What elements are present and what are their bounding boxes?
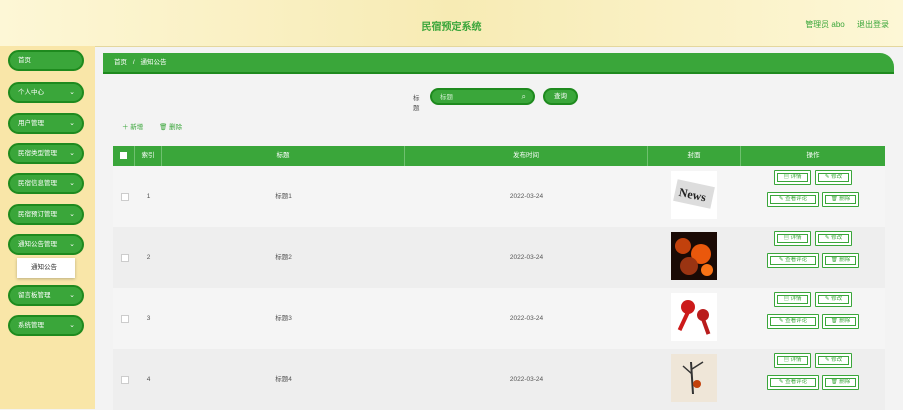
delete-button[interactable]: 🗑 删除 [822,253,859,268]
batch-delete-button[interactable]: 🗑 删除 [159,124,182,131]
chevron-down-icon: ⌄ [69,292,75,299]
view-comments-button[interactable]: ✎ 查看评论 [767,314,819,329]
sidebar-item-0[interactable]: 首页 [8,50,84,71]
breadcrumb-current: 通知公告 [140,59,167,66]
sidebar-item-1[interactable]: 个人中心 ⌄ [8,82,84,103]
delete-button[interactable]: 🗑 删除 [822,375,859,390]
delete-button[interactable]: 🗑 删除 [822,314,859,329]
header-index: 索引 [135,146,162,166]
breadcrumb: 首页 / 通知公告 [103,53,894,74]
edit-button[interactable]: ✎ 修改 [815,231,852,246]
sidebar-item-7[interactable]: 留言板管理 ⌄ [8,285,84,306]
query-button[interactable]: 查询 [543,88,578,105]
header-cover: 封面 [648,146,741,166]
cover-image: News [671,171,717,219]
view-comments-button[interactable]: ✎ 查看评论 [767,375,819,390]
logout-link[interactable]: 退出登录 [857,20,889,29]
detail-button[interactable]: ▤ 详情 [774,353,811,368]
search-label: 标题 [413,95,420,112]
header-date: 发布时间 [405,146,648,166]
cover-image [671,293,717,341]
sidebar-item-8[interactable]: 系统管理 ⌄ [8,315,84,336]
sidebar-item-label: 民宿类型管理 [18,150,57,157]
view-comments-button[interactable]: ✎ 查看评论 [767,253,819,268]
chevron-down-icon: ⌄ [69,150,75,157]
edit-button[interactable]: ✎ 修改 [815,170,852,185]
breadcrumb-separator: / [132,59,135,66]
search-icon: ⌕ [521,92,526,101]
sidebar-item-6[interactable]: 通知公告管理 ⌄ [8,234,84,255]
sidebar-item-label: 首页 [18,57,31,64]
header-title: 标题 [162,146,405,166]
add-button[interactable]: ＋ 新增 [122,124,143,131]
table-row: 2 标题2 2022-03-24 ▤ 详情 ✎ 修改 ✎ 查看评论 🗑 删除 [113,227,885,288]
table-row: 3 标题3 2022-03-24 ▤ 详情 ✎ 修改 ✎ 查看评论 🗑 删除 [113,288,885,349]
row-index: 2 [146,254,151,261]
system-title: 民宿预定系统 [421,22,482,33]
breadcrumb-home[interactable]: 首页 [114,59,127,66]
row-title: 标题3 [275,315,292,322]
row-checkbox[interactable] [121,193,129,201]
row-index: 3 [146,315,151,322]
view-comments-button[interactable]: ✎ 查看评论 [767,192,819,207]
cover-image [671,354,717,402]
sidebar-item-label: 个人中心 [18,89,44,96]
chevron-down-icon: ⌄ [69,211,75,218]
row-index: 4 [146,376,151,383]
search-input[interactable] [440,92,518,102]
sidebar-item-label: 民宿预订管理 [18,211,57,218]
edit-button[interactable]: ✎ 修改 [815,292,852,307]
row-index: 1 [146,193,151,200]
user-area: 管理员 abo 退出登录 [795,19,889,30]
chevron-down-icon: ⌄ [69,120,75,127]
header-select-all[interactable] [113,146,135,166]
table-header: 索引 标题 发布时间 封面 操作 [113,146,885,166]
edit-button[interactable]: ✎ 修改 [815,353,852,368]
header-actions: 操作 [806,152,820,159]
row-checkbox[interactable] [121,254,129,262]
sidebar-item-3[interactable]: 民宿类型管理 ⌄ [8,143,84,164]
row-title: 标题4 [275,376,292,383]
table-row: 1 标题1 2022-03-24 News ▤ 详情 ✎ 修改 ✎ 查看评论 🗑 删除 [113,166,885,227]
top-header: 民宿预定系统 管理员 abo 退出登录 [0,0,903,47]
cover-image [671,232,717,280]
row-checkbox[interactable] [121,315,129,323]
detail-button[interactable]: ▤ 详情 [774,170,811,185]
delete-button[interactable]: 🗑 删除 [822,192,859,207]
row-title: 标题1 [275,193,292,200]
detail-button[interactable]: ▤ 详情 [774,292,811,307]
row-title: 标题2 [275,254,292,261]
chevron-down-icon: ⌄ [69,241,75,248]
sidebar-item-label: 通知公告管理 [18,241,57,248]
sidebar-item-label: 用户管理 [18,120,44,127]
sidebar-item-2[interactable]: 用户管理 ⌄ [8,113,84,134]
sidebar-item-5[interactable]: 民宿预订管理 ⌄ [8,204,84,225]
chevron-down-icon: ⌄ [69,89,75,96]
sidebar-item-4[interactable]: 民宿信息管理 ⌄ [8,173,84,194]
sidebar-item-label: 留言板管理 [18,292,51,299]
admin-username: 管理员 abo [805,20,845,29]
search-field: ⌕ [430,88,535,105]
sidebar-item-label: 民宿信息管理 [18,180,57,187]
submenu-item-notice[interactable]: 通知公告 [17,258,75,278]
row-date: 2022-03-24 [509,315,544,322]
row-date: 2022-03-24 [509,193,544,200]
row-checkbox[interactable] [121,376,129,384]
chevron-down-icon: ⌄ [69,180,75,187]
table-row: 4 标题4 2022-03-24 ▤ 详情 ✎ 修改 ✎ 查看评论 🗑 删除 [113,349,885,410]
chevron-down-icon: ⌄ [69,322,75,329]
detail-button[interactable]: ▤ 详情 [774,231,811,246]
sidebar-item-label: 系统管理 [18,322,44,329]
row-date: 2022-03-24 [509,376,544,383]
toolbar: ＋ 新增 🗑 删除 [122,121,196,131]
row-date: 2022-03-24 [509,254,544,261]
